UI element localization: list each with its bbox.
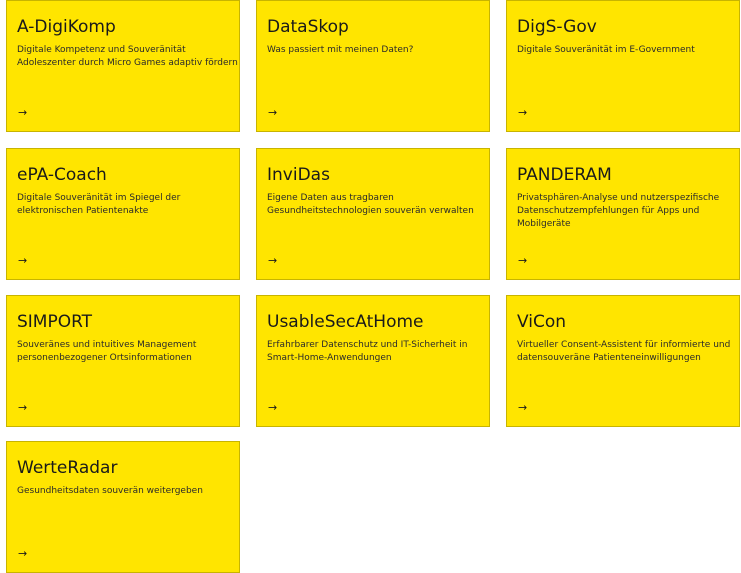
card-title: PANDERAM [517,165,612,185]
card-title: InviDas [267,165,330,185]
card-description: Gesundheitsdaten souverän weitergeben [17,486,203,496]
card-title: DataSkop [267,17,349,37]
arrow-right-icon: → [18,254,28,267]
project-card-panderam[interactable]: PANDERAM Privatsphären-Analyse und nutze… [506,148,740,280]
card-title: ePA-Coach [17,165,107,185]
project-card-invidas[interactable]: InviDas Eigene Daten aus tragbaren Gesun… [256,148,490,280]
card-description: Digitale Kompetenz und Souveränität Adol… [17,45,238,68]
project-card-simport[interactable]: SIMPORT Souveränes und intuitives Manage… [6,295,240,427]
project-card-digs-gov[interactable]: DigS-Gov Digitale Souveränität im E-Gove… [506,0,740,132]
arrow-right-icon: → [18,106,28,119]
arrow-right-icon: → [518,106,528,119]
arrow-right-icon: → [268,401,278,414]
card-title: A-DigiKomp [17,17,116,37]
card-description: Virtueller Consent-Assistent für informi… [517,340,731,363]
card-title: SIMPORT [17,312,93,332]
card-title: DigS-Gov [517,17,597,37]
card-title: WerteRadar [17,458,118,478]
card-description: Privatsphären-Analyse und nutzerspezifis… [517,193,720,229]
arrow-right-icon: → [268,106,278,119]
project-card-a-digikomp[interactable]: A-DigiKomp Digitale Kompetenz und Souver… [6,0,240,132]
project-card-epa-coach[interactable]: ePA-Coach Digitale Souveränität im Spieg… [6,148,240,280]
card-title: UsableSecAtHome [267,312,424,332]
arrow-right-icon: → [18,547,28,560]
card-description: Eigene Daten aus tragbaren Gesundheitste… [267,193,474,216]
project-card-vicon[interactable]: ViCon Virtueller Consent-Assistent für i… [506,295,740,427]
card-description: Souveränes und intuitives Management per… [17,340,197,363]
project-card-werteradar[interactable]: WerteRadar Gesundheitsdaten souverän wei… [6,441,240,573]
arrow-right-icon: → [268,254,278,267]
project-card-usablesecathome[interactable]: UsableSecAtHome Erfahrbarer Datenschutz … [256,295,490,427]
card-description: Erfahrbarer Datenschutz und IT-Sicherhei… [267,340,468,363]
arrow-right-icon: → [18,401,28,414]
arrow-right-icon: → [518,401,528,414]
card-title: ViCon [517,312,567,332]
project-card-dataskop[interactable]: DataSkop Was passiert mit meinen Daten? … [256,0,490,132]
card-description: Was passiert mit meinen Daten? [267,45,414,55]
card-description: Digitale Souveränität im Spiegel der ele… [17,193,181,216]
arrow-right-icon: → [518,254,528,267]
card-description: Digitale Souveränität im E-Government [517,45,695,55]
